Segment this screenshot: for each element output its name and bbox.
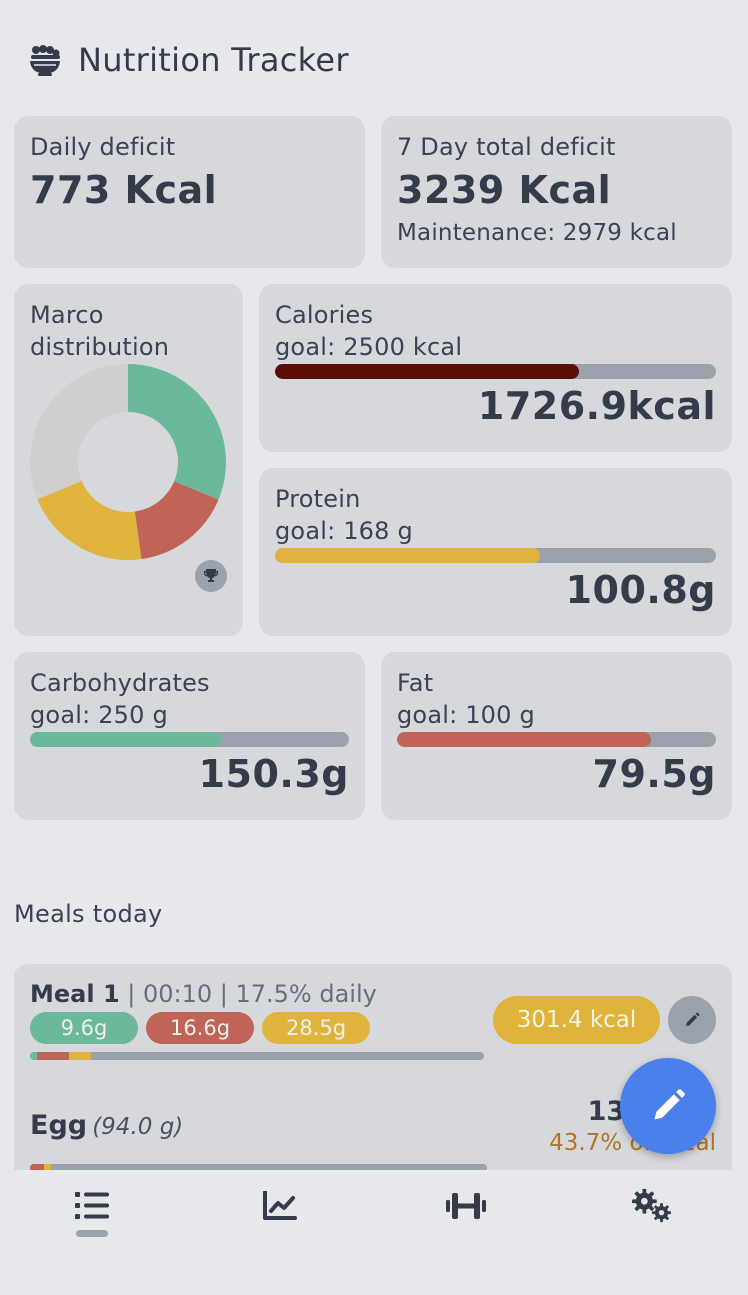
weekly-deficit-card: 7 Day total deficit 3239 Kcal Maintenanc… — [381, 116, 732, 268]
calories-card: Calories goal: 2500 kcal 1726.9kcal — [259, 284, 732, 452]
meals-list: Meal 1 | 00:10 | 17.5% daily 9.6g 16.6g … — [14, 964, 732, 1170]
fat-progress-bar — [397, 732, 716, 747]
dumbbell-icon — [446, 1193, 486, 1219]
weekly-deficit-value: 3239 Kcal — [397, 168, 612, 212]
trophy-icon — [204, 569, 218, 582]
nav-list-tab[interactable] — [72, 1188, 112, 1224]
daily-deficit-card: Daily deficit 773 Kcal — [14, 116, 365, 268]
meal-fat-pill: 16.6g — [146, 1012, 254, 1044]
meal-macro-pills: 9.6g 16.6g 28.5g — [30, 1012, 370, 1044]
macro-distribution-label-1: Marco — [30, 301, 104, 329]
weekly-deficit-label: 7 Day total deficit — [397, 133, 616, 161]
fat-progress-fill — [397, 732, 651, 747]
food-item-title: Egg (94.0 g) — [30, 1110, 183, 1141]
meal-bar-protein — [68, 1052, 92, 1060]
fat-goal: goal: 100 g — [397, 701, 535, 729]
donut-slice-protein — [37, 481, 142, 560]
protein-value: 100.8g — [565, 568, 716, 612]
calories-goal: goal: 2500 kcal — [275, 333, 463, 361]
pencil-icon — [654, 1089, 685, 1120]
carbs-label: Carbohydrates — [30, 669, 210, 697]
carbs-value: 150.3g — [198, 752, 349, 796]
add-entry-fab[interactable] — [620, 1058, 716, 1154]
fat-label: Fat — [397, 669, 434, 697]
nav-active-indicator — [76, 1230, 108, 1237]
protein-goal: goal: 168 g — [275, 517, 413, 545]
carbs-progress-fill — [30, 732, 222, 747]
fat-card: Fat goal: 100 g 79.5g — [381, 652, 732, 820]
calories-value: 1726.9kcal — [477, 384, 716, 428]
macro-donut-chart — [29, 364, 226, 560]
nav-settings-tab[interactable] — [632, 1188, 672, 1224]
nav-workout-tab[interactable] — [446, 1188, 486, 1224]
protein-label: Protein — [275, 485, 361, 513]
meals-section-title: Meals today — [14, 900, 163, 928]
food-name: Egg — [30, 1110, 88, 1141]
meal-protein-pill: 28.5g — [262, 1012, 370, 1044]
app-title: Nutrition Tracker — [78, 41, 349, 79]
meal-name: Meal 1 — [30, 980, 120, 1008]
protein-progress-fill — [275, 548, 540, 563]
meal-kcal-pill: 301.4 kcal — [493, 996, 660, 1044]
pencil-icon — [686, 1012, 700, 1026]
food-amount: (94.0 g) — [92, 1114, 184, 1140]
carbs-card: Carbohydrates goal: 250 g 150.3g — [14, 652, 365, 820]
app-header: Nutrition Tracker — [28, 38, 349, 82]
bottom-navigation — [0, 1170, 748, 1295]
bowl-food-icon — [30, 45, 60, 76]
list-icon — [75, 1192, 109, 1219]
donut-slice-remaining — [29, 364, 128, 500]
protein-card: Protein goal: 168 g 100.8g — [259, 468, 732, 636]
meal-macro-bar — [30, 1052, 484, 1060]
meal-card[interactable]: Meal 1 | 00:10 | 17.5% daily 9.6g 16.6g … — [14, 964, 732, 1076]
gears-icon — [632, 1188, 672, 1223]
meal-meta: | 00:10 | 17.5% daily — [119, 980, 377, 1008]
calories-label: Calories — [275, 301, 374, 329]
meal-edit-button[interactable] — [668, 996, 716, 1044]
fat-value: 79.5g — [592, 752, 716, 796]
nav-chart-tab[interactable] — [260, 1188, 300, 1224]
calories-progress-bar — [275, 364, 716, 379]
meal-bar-fat — [36, 1052, 69, 1060]
macro-distribution-label-2: distribution — [30, 333, 170, 361]
carbs-progress-bar — [30, 732, 349, 747]
chart-line-icon — [263, 1191, 297, 1220]
daily-deficit-label: Daily deficit — [30, 133, 176, 161]
donut-slice-carbohydrates — [128, 364, 226, 500]
carbs-goal: goal: 250 g — [30, 701, 168, 729]
daily-deficit-value: 773 Kcal — [30, 168, 218, 212]
protein-progress-bar — [275, 548, 716, 563]
macro-distribution-card: Marco distribution — [14, 284, 243, 636]
maintenance-text: Maintenance: 2979 kcal — [397, 220, 677, 246]
meal-title-line: Meal 1 | 00:10 | 17.5% daily — [30, 980, 377, 1008]
trophy-button[interactable] — [195, 560, 227, 592]
meal-carbs-pill: 9.6g — [30, 1012, 138, 1044]
meal-bar-carbs — [30, 1052, 37, 1060]
calories-progress-fill — [275, 364, 580, 379]
